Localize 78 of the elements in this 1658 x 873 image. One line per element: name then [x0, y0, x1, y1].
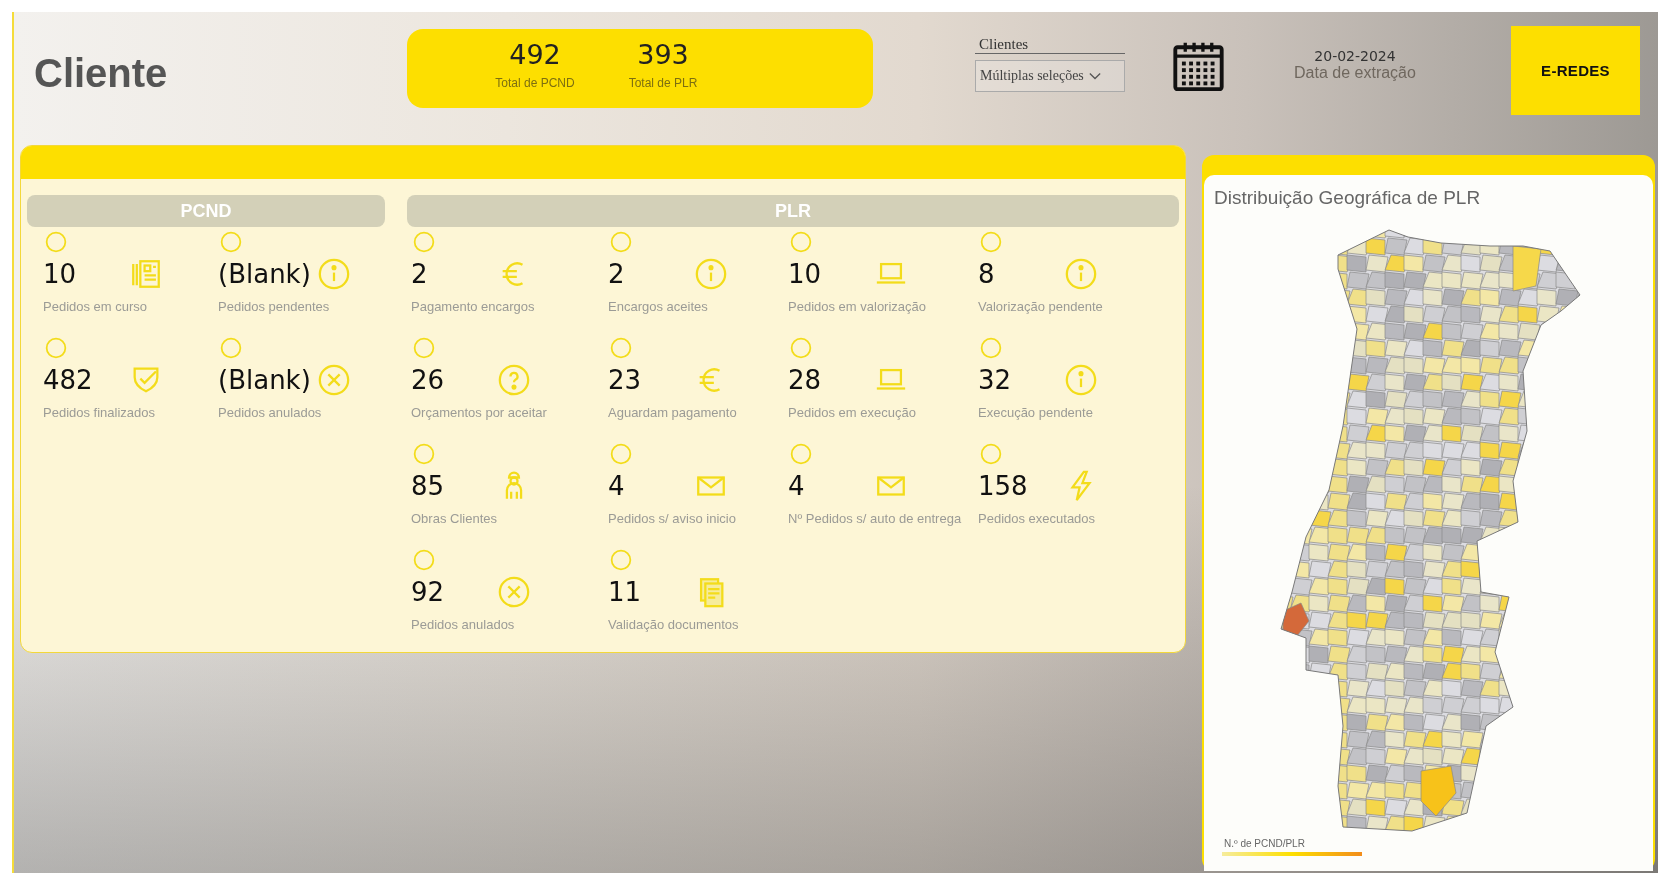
kpi-label: Pedidos anulados — [411, 617, 516, 632]
kpi-value: 158 — [978, 471, 1029, 501]
kpi-value: 28 — [788, 365, 823, 395]
legend-title: N.º de PCND/PLR — [1224, 838, 1306, 849]
ring-icon — [413, 231, 435, 253]
ring-icon — [980, 443, 1002, 465]
ring-icon — [790, 443, 812, 465]
kpi-label: Nº Pedidos s/ auto de entrega — [788, 511, 963, 526]
kpi-label: Pagamento encargos — [411, 299, 536, 314]
filter-label: Clientes — [975, 36, 1125, 54]
cancel-icon — [497, 575, 531, 609]
ring-icon — [790, 231, 812, 253]
info-icon — [1064, 257, 1098, 291]
extraction-label: Data de extração — [1294, 64, 1416, 82]
ring-icon — [45, 337, 67, 359]
total-value: 393 — [637, 38, 689, 70]
kpi-label: Pedidos em curso — [43, 299, 149, 314]
kpi-label: Validação documentos — [608, 617, 740, 632]
section-header: PLR — [407, 195, 1179, 227]
ring-icon — [980, 337, 1002, 359]
cancel-icon — [316, 363, 351, 397]
ring-icon — [610, 443, 632, 465]
kpi-value: 8 — [978, 259, 996, 289]
page-title: Cliente — [33, 49, 169, 96]
ring-icon — [413, 337, 435, 359]
kpi-label: Obras Clientes — [411, 511, 498, 526]
kpi-label: Encargos aceites — [608, 299, 709, 314]
kpi-value: 2 — [608, 259, 626, 289]
kpi-label: Pedidos em execução — [788, 405, 917, 420]
kpi-label: Execução pendente — [978, 405, 1094, 420]
document-icon — [129, 257, 163, 291]
total-label: Total de PLR — [628, 75, 698, 90]
kpi-value: (Blank) — [218, 365, 312, 395]
total-value: 492 — [509, 38, 561, 70]
kpi-value: 4 — [608, 471, 626, 501]
ring-icon — [220, 231, 242, 253]
kpi-value: 4 — [788, 471, 806, 501]
ring-icon — [413, 549, 435, 571]
ring-icon — [220, 337, 242, 359]
info-icon — [694, 257, 728, 291]
kpi-value: 92 — [411, 577, 446, 607]
info-icon — [1064, 363, 1098, 397]
extraction-date: 20-02-2024 — [1314, 48, 1396, 64]
ring-icon — [610, 231, 632, 253]
question-icon — [497, 363, 531, 397]
kpi-value: 23 — [608, 365, 643, 395]
section-header: PCND — [27, 195, 385, 227]
ring-icon — [45, 231, 67, 253]
clientes-dropdown[interactable]: Múltiplas seleções — [975, 60, 1125, 92]
info-icon — [316, 257, 351, 291]
ring-icon — [980, 231, 1002, 253]
ring-icon — [610, 549, 632, 571]
kpi-value: 11 — [608, 577, 643, 607]
ring-icon — [610, 337, 632, 359]
kpi-value: 482 — [43, 365, 94, 395]
kpi-label: Pedidos finalizados — [43, 405, 157, 420]
kpi-value: 10 — [788, 259, 823, 289]
kpi-label: Orçamentos por aceitar — [411, 405, 548, 420]
kpi-value: 2 — [411, 259, 429, 289]
kpi-value: 10 — [43, 259, 78, 289]
map-title: Distribuição Geográfica de PLR — [1213, 186, 1482, 209]
chevron-down-icon — [1087, 70, 1102, 82]
logo: E-REDES — [1511, 25, 1640, 115]
kpi-label: Aguardam pagamento — [608, 405, 738, 420]
kpi-label: Valorização pendente — [978, 299, 1104, 314]
kpi-label: Pedidos pendentes — [218, 299, 331, 314]
kpi-label: Pedidos executados — [978, 511, 1097, 526]
kpi-value: 26 — [411, 365, 446, 395]
ring-icon — [790, 337, 812, 359]
kpi-value: (Blank) — [218, 259, 312, 289]
kpi-label: Pedidos em valorização — [788, 299, 928, 314]
ring-icon — [413, 443, 435, 465]
kpi-label: Pedidos s/ aviso inicio — [608, 511, 737, 526]
kpi-label: Pedidos anulados — [218, 405, 323, 420]
kpi-value: 85 — [411, 471, 446, 501]
kpi-value: 32 — [978, 365, 1013, 395]
total-label: Total de PCND — [495, 75, 575, 90]
calendar-icon — [1172, 40, 1225, 92]
